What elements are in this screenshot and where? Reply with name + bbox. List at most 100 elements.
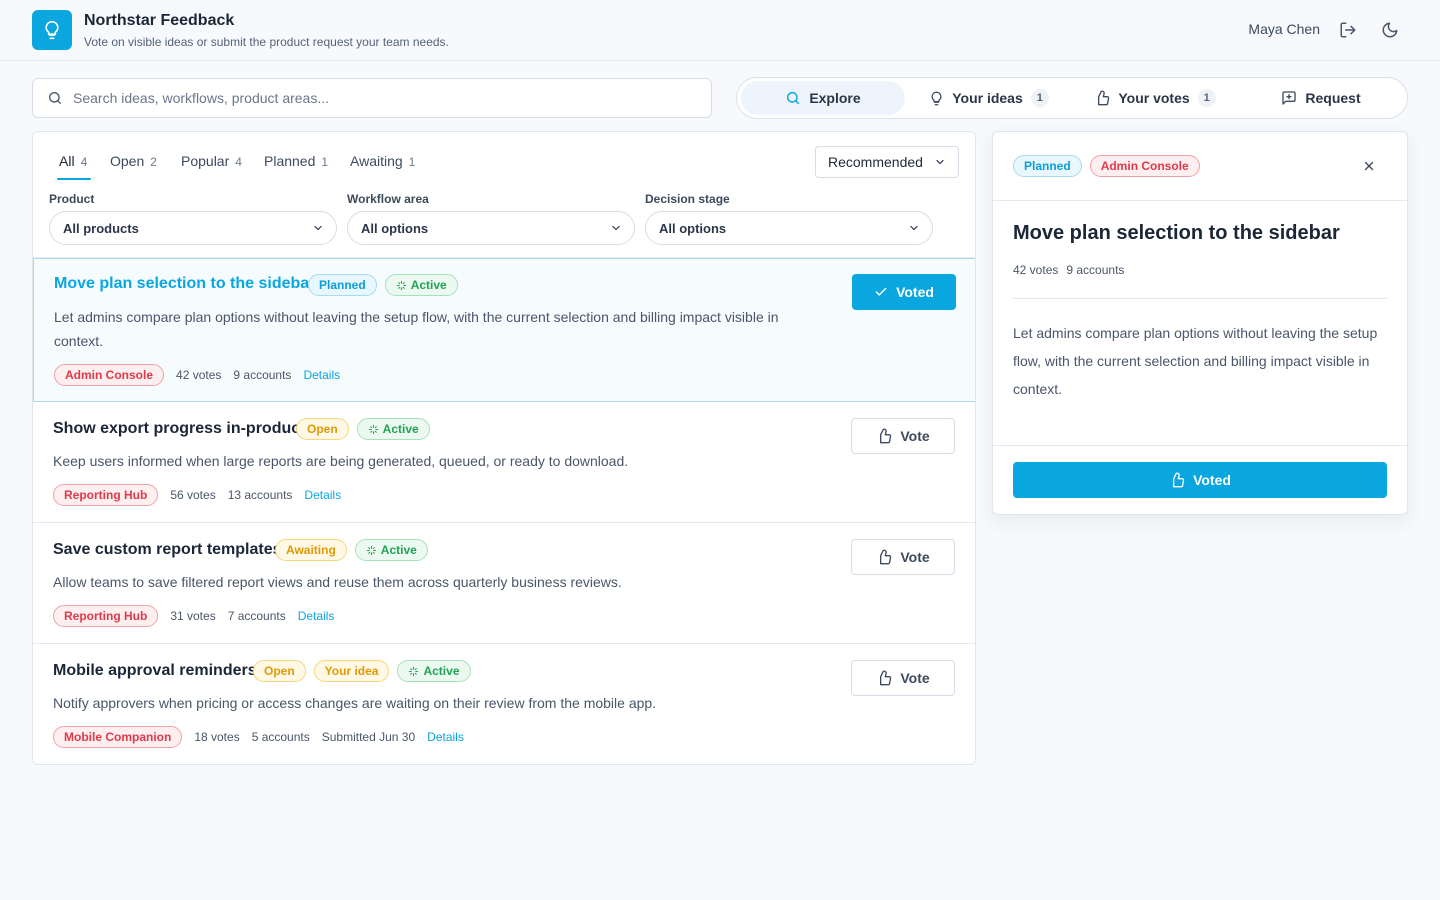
- idea-row[interactable]: Show export progress in-product Open Act…: [33, 402, 975, 523]
- idea-title[interactable]: Show export progress in-product: [53, 420, 305, 438]
- product-filter-label: Product: [49, 192, 95, 206]
- idea-row[interactable]: Mobile approval reminders Open Your idea…: [33, 644, 975, 764]
- detail-meta: 42 votes 9 accounts: [1013, 263, 1124, 277]
- detail-area-badge: Admin Console: [1089, 155, 1200, 177]
- sparkle-icon: [368, 424, 379, 435]
- stage-filter-label: Decision stage: [645, 192, 730, 206]
- idea-title[interactable]: Save custom report templates: [53, 541, 282, 559]
- account-count: 5 accounts: [251, 730, 310, 744]
- activity-badge-label: Active: [380, 543, 417, 557]
- vote-button[interactable]: Vote: [851, 418, 955, 454]
- idea-badges: Open Active: [296, 418, 430, 440]
- tab-awaiting-label: Awaiting: [350, 153, 403, 169]
- message-plus-icon: [1281, 90, 1297, 106]
- details-link[interactable]: Details: [298, 609, 335, 623]
- idea-description: Let admins compare plan options without …: [54, 309, 779, 349]
- idea-title[interactable]: Mobile approval reminders: [53, 662, 257, 680]
- vote-count: 31 votes: [170, 609, 216, 623]
- area-badge: Admin Console: [54, 364, 165, 386]
- sort-select[interactable]: Recommended: [815, 146, 959, 178]
- sparkle-icon: [408, 666, 419, 677]
- idea-badges: Awaiting Active: [275, 539, 428, 561]
- thumbs-up-icon: [1169, 472, 1185, 488]
- sort-value: Recommended: [828, 154, 923, 170]
- close-icon[interactable]: [1359, 156, 1379, 176]
- vote-button-label: Vote: [900, 428, 930, 444]
- idea-row[interactable]: Move plan selection to the sidebar Plann…: [33, 258, 975, 402]
- nav-your-ideas-label: Your ideas: [952, 90, 1023, 106]
- logout-icon[interactable]: [1338, 20, 1358, 40]
- detail-badges: Planned Admin Console: [1013, 155, 1200, 177]
- workflow-filter-value: All options: [361, 220, 429, 236]
- user-name: Maya Chen: [1248, 21, 1320, 37]
- tab-popular[interactable]: Popular 4: [181, 153, 242, 169]
- product-filter-select[interactable]: All products: [49, 211, 337, 245]
- app-title: Northstar Feedback: [84, 12, 235, 29]
- tab-open-count: 2: [150, 155, 157, 169]
- nav-request[interactable]: Request: [1239, 81, 1403, 115]
- vote-button[interactable]: Vote: [851, 660, 955, 696]
- submitted-date: Submitted Jun 30: [321, 730, 416, 744]
- idea-description: Notify approvers when pricing or access …: [53, 695, 657, 711]
- details-link[interactable]: Details: [304, 488, 341, 502]
- tab-open[interactable]: Open 2: [110, 153, 157, 169]
- detail-vote-count: 42 votes: [1013, 263, 1059, 277]
- workflow-filter-label: Workflow area: [347, 192, 429, 206]
- idea-description: Allow teams to save filtered report view…: [53, 574, 622, 590]
- tab-awaiting[interactable]: Awaiting 1: [350, 153, 415, 169]
- main-nav: Explore Your ideas 1 Your votes 1 Reques…: [736, 77, 1408, 119]
- thumbs-up-icon: [876, 549, 892, 565]
- thumbs-up-icon: [876, 670, 892, 686]
- sparkle-icon: [396, 280, 407, 291]
- search-icon: [785, 90, 801, 106]
- ideas-panel: All 4 Open 2 Popular 4 Planned 1 Awaiting 1 R…: [32, 131, 976, 765]
- chevron-down-icon: [312, 222, 324, 234]
- idea-row[interactable]: Save custom report templates Awaiting Ac…: [33, 523, 975, 644]
- nav-request-label: Request: [1305, 90, 1361, 106]
- nav-explore-label: Explore: [809, 90, 861, 106]
- activity-badge-label: Active: [423, 664, 460, 678]
- nav-your-votes[interactable]: Your votes 1: [1073, 81, 1237, 115]
- activity-badge: Active: [397, 660, 471, 682]
- search-box[interactable]: [32, 78, 712, 118]
- stage-filter-select[interactable]: All options: [645, 211, 933, 245]
- vote-button[interactable]: Vote: [851, 539, 955, 575]
- idea-meta: Mobile Companion 18 votes 5 accounts Sub…: [53, 726, 464, 748]
- divider: [993, 445, 1407, 446]
- detail-voted-button[interactable]: Voted: [1013, 462, 1387, 498]
- divider: [1013, 298, 1387, 299]
- tab-planned-label: Planned: [264, 153, 316, 169]
- tab-planned-count: 1: [321, 155, 329, 169]
- idea-badges: Planned Active: [308, 274, 458, 296]
- detail-account-count: 9 accounts: [1066, 263, 1125, 277]
- chevron-down-icon: [908, 222, 920, 234]
- detail-title: Move plan selection to the sidebar: [1013, 222, 1340, 244]
- moon-icon[interactable]: [1380, 20, 1400, 40]
- idea-title[interactable]: Move plan selection to the sidebar: [54, 275, 315, 293]
- tab-all[interactable]: All 4: [59, 153, 87, 169]
- idea-detail-panel: Planned Admin Console Move plan selectio…: [992, 131, 1408, 515]
- activity-badge: Active: [354, 539, 428, 561]
- details-link[interactable]: Details: [303, 368, 340, 382]
- nav-your-ideas-count: 1: [1030, 89, 1049, 107]
- search-input[interactable]: [73, 90, 711, 106]
- tab-planned[interactable]: Planned 1: [264, 153, 328, 169]
- active-tab-indicator: [57, 178, 91, 180]
- vote-button-label: Vote: [900, 549, 930, 565]
- account-count: 13 accounts: [227, 488, 293, 502]
- tab-open-label: Open: [110, 153, 145, 169]
- voted-button[interactable]: Voted: [852, 274, 956, 310]
- details-link[interactable]: Details: [427, 730, 464, 744]
- nav-your-ideas[interactable]: Your ideas 1: [907, 81, 1071, 115]
- workflow-filter-select[interactable]: All options: [347, 211, 635, 245]
- vote-button-label: Voted: [896, 284, 934, 300]
- activity-badge: Active: [384, 274, 458, 296]
- detail-description: Let admins compare plan options without …: [1013, 325, 1378, 397]
- idea-description: Keep users informed when large reports a…: [53, 453, 629, 469]
- idea-badges: Open Your idea Active: [253, 660, 471, 682]
- stage-filter-value: All options: [659, 220, 727, 236]
- activity-badge: Active: [356, 418, 430, 440]
- account-count: 9 accounts: [233, 368, 292, 382]
- nav-explore[interactable]: Explore: [741, 81, 905, 115]
- vote-count: 42 votes: [176, 368, 222, 382]
